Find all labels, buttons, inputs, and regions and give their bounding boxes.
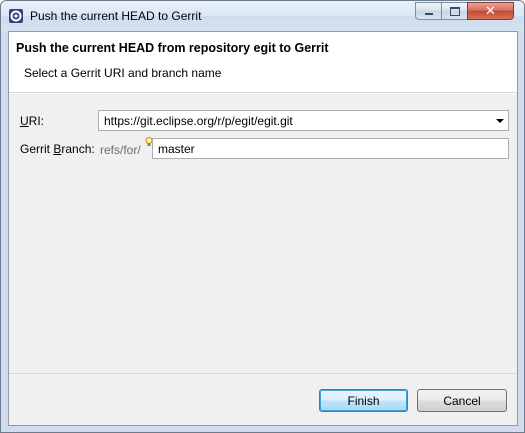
gerrit-branch-input[interactable]: master <box>152 138 509 159</box>
close-button[interactable]: ✕ <box>467 2 514 20</box>
gerrit-branch-value: master <box>158 142 195 156</box>
window-title: Push the current HEAD to Gerrit <box>30 9 202 23</box>
branch-label-rest: ranch: <box>61 142 95 156</box>
banner-separator <box>9 93 517 94</box>
wizard-banner: Push the current HEAD from repository eg… <box>9 32 517 93</box>
maximize-icon <box>449 6 460 16</box>
close-icon: ✕ <box>485 3 496 18</box>
banner-subtitle: Select a Gerrit URI and branch name <box>24 66 222 80</box>
uri-combo-value: https://git.eclipse.org/r/p/egit/egit.gi… <box>104 114 293 128</box>
finish-button[interactable]: Finish <box>319 389 408 412</box>
dropdown-arrow-icon[interactable] <box>496 119 504 123</box>
uri-label-mnemonic: U <box>20 114 29 128</box>
button-bar-separator <box>9 373 517 374</box>
dialog-client-area: Push the current HEAD from repository eg… <box>8 31 518 426</box>
title-bar[interactable]: Push the current HEAD to Gerrit ✕ <box>1 1 524 31</box>
banner-title: Push the current HEAD from repository eg… <box>16 41 329 55</box>
dialog-window: Push the current HEAD to Gerrit ✕ Push t… <box>0 0 525 433</box>
gerrit-branch-label: Gerrit Branch: <box>20 142 95 156</box>
uri-label-rest: RI: <box>28 114 45 128</box>
cancel-button[interactable]: Cancel <box>417 389 507 412</box>
maximize-button[interactable] <box>441 2 468 20</box>
uri-label: URI: <box>20 114 44 128</box>
branch-label-prefix: Gerrit <box>20 142 54 156</box>
uri-combo[interactable]: https://git.eclipse.org/r/p/egit/egit.gi… <box>98 110 509 131</box>
eclipse-gear-icon <box>9 9 23 23</box>
minimize-button[interactable] <box>415 2 442 20</box>
branch-ref-prefix: refs/for/ <box>100 143 141 157</box>
minimize-icon <box>424 13 433 15</box>
